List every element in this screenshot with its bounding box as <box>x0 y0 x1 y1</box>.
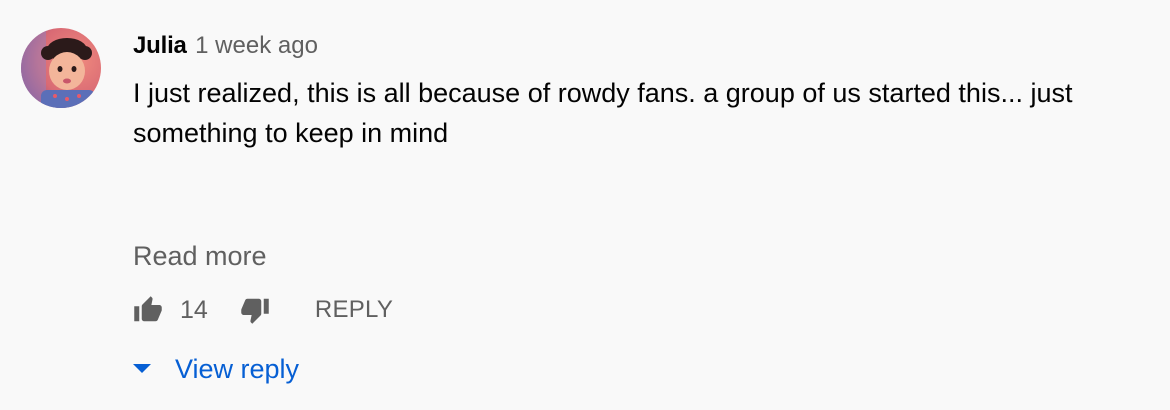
comment-action-bar: 14 REPLY <box>133 292 393 328</box>
comment-thread: Julia 1 week ago I just realized, this i… <box>0 0 1170 410</box>
comment-timestamp[interactable]: 1 week ago <box>195 32 318 59</box>
comment-text: I just realized, this is all because of … <box>133 78 1073 148</box>
view-reply-label: View reply <box>175 353 300 384</box>
like-count: 14 <box>180 295 208 324</box>
comment-body: Julia 1 week ago I just realized, this i… <box>133 30 1133 153</box>
read-more-button[interactable]: Read more <box>133 238 267 274</box>
author-name[interactable]: Julia <box>133 32 187 59</box>
author-avatar[interactable] <box>21 28 101 108</box>
reply-button[interactable]: REPLY <box>315 296 393 324</box>
thumb-down-icon[interactable] <box>240 295 270 325</box>
thumb-up-icon[interactable] <box>133 295 163 325</box>
view-reply-button[interactable]: View reply <box>133 350 299 388</box>
caret-down-icon <box>133 364 151 373</box>
comment-header: Julia 1 week ago <box>133 30 1133 62</box>
